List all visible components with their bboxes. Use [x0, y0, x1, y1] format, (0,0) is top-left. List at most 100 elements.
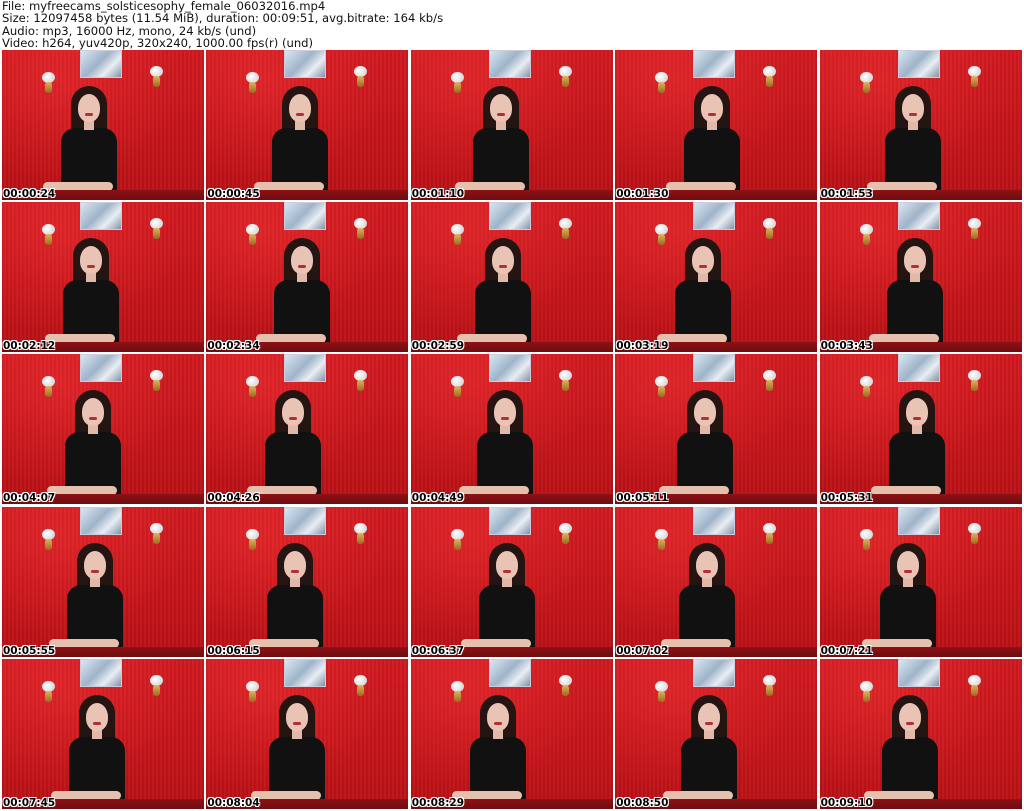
wall-picture — [693, 50, 736, 78]
video-frame-thumbnail: 00:01:10 — [410, 50, 613, 200]
wall-lamp — [558, 218, 572, 240]
wall-lamp — [150, 674, 163, 697]
wall-picture — [897, 658, 940, 687]
video-frame-thumbnail: 00:05:31 — [819, 354, 1022, 505]
frame-timestamp: 00:04:26 — [207, 492, 260, 505]
wall-picture — [488, 658, 531, 687]
video-frame-thumbnail: 00:01:30 — [615, 50, 818, 200]
seated-woman — [663, 694, 773, 809]
wall-lamp — [967, 370, 981, 392]
wall-lamp — [354, 522, 368, 545]
frame-timestamp: 00:04:49 — [411, 492, 465, 505]
video-frame-thumbnail: 00:05:55 — [2, 506, 204, 657]
video-frame-thumbnail: 00:02:34 — [206, 202, 409, 353]
wall-lamp — [763, 370, 777, 392]
seated-woman — [866, 86, 977, 200]
wall-picture — [80, 658, 122, 687]
seated-woman — [251, 694, 361, 809]
video-frame-thumbnail: 00:09:10 — [819, 658, 1022, 809]
seated-woman — [456, 238, 567, 353]
video-frame-thumbnail: 00:08:04 — [206, 658, 409, 809]
wall-lamp — [763, 66, 777, 88]
video-frame-thumbnail: 00:00:24 — [2, 50, 204, 200]
wall-lamp — [558, 522, 572, 545]
wall-lamp — [967, 218, 981, 240]
frame-timestamp: 00:01:10 — [411, 188, 465, 200]
wall-lamp — [967, 674, 981, 697]
wall-lamp — [558, 66, 572, 88]
video-frame-thumbnail: 00:07:21 — [819, 506, 1022, 657]
video-frame-thumbnail: 00:01:53 — [819, 50, 1022, 200]
seated-woman — [256, 238, 366, 353]
frame-timestamp: 00:01:30 — [616, 188, 669, 200]
video-frame-thumbnail: 00:06:37 — [410, 506, 613, 657]
frame-timestamp: 00:08:50 — [616, 796, 669, 809]
wall-picture — [897, 506, 940, 535]
wall-picture — [80, 50, 122, 78]
frame-timestamp: 00:07:21 — [820, 644, 873, 657]
seated-woman — [43, 86, 153, 200]
wall-picture — [693, 506, 736, 535]
wall-lamp — [354, 66, 368, 88]
frame-timestamp: 00:06:15 — [207, 644, 260, 657]
wall-lamp — [967, 66, 981, 88]
frame-timestamp: 00:02:59 — [411, 340, 465, 353]
seated-woman — [249, 542, 359, 657]
frame-timestamp: 00:05:31 — [820, 492, 873, 505]
video-frame-thumbnail: 00:06:15 — [206, 506, 409, 657]
wall-picture — [897, 202, 940, 231]
seated-woman — [49, 542, 159, 657]
wall-lamp — [763, 522, 777, 545]
seated-woman — [454, 86, 565, 200]
seated-woman — [51, 694, 161, 809]
video-frame-thumbnail: 00:04:49 — [410, 354, 613, 505]
wall-picture — [80, 202, 122, 231]
frame-timestamp: 00:02:12 — [3, 340, 56, 353]
frame-timestamp: 00:01:53 — [820, 188, 873, 200]
wall-lamp — [354, 370, 368, 392]
wall-lamp — [150, 370, 163, 392]
wall-lamp — [150, 522, 163, 545]
wall-picture — [284, 354, 327, 383]
wall-picture — [693, 658, 736, 687]
wall-lamp — [558, 674, 572, 697]
file-size-line: Size: 12097458 bytes (11.54 MiB), durati… — [2, 11, 444, 26]
file-info-header: File: myfreecams_solsticesophy_female_06… — [2, 0, 1020, 50]
wall-lamp — [558, 370, 572, 392]
video-frame-thumbnail: 00:04:26 — [206, 354, 409, 505]
seated-woman — [254, 86, 364, 200]
wall-picture — [284, 658, 327, 687]
video-frame-thumbnail: 00:02:59 — [410, 202, 613, 353]
seated-woman — [47, 390, 157, 505]
frame-timestamp: 00:02:34 — [207, 340, 260, 353]
wall-lamp — [354, 674, 368, 697]
wall-picture — [693, 354, 736, 383]
wall-picture — [897, 50, 940, 78]
frame-timestamp: 00:07:02 — [616, 644, 669, 657]
frame-timestamp: 00:03:43 — [820, 340, 873, 353]
video-frame-thumbnail: 00:07:02 — [615, 506, 818, 657]
video-frame-thumbnail: 00:02:12 — [2, 202, 204, 353]
seated-woman — [460, 542, 571, 657]
wall-picture — [897, 354, 940, 383]
video-frame-thumbnail: 00:07:45 — [2, 658, 204, 809]
seated-woman — [659, 390, 769, 505]
frame-timestamp: 00:00:24 — [3, 188, 56, 200]
video-frame-thumbnail: 00:08:29 — [410, 658, 613, 809]
wall-lamp — [150, 218, 163, 240]
wall-lamp — [967, 522, 981, 545]
wall-picture — [488, 354, 531, 383]
wall-picture — [693, 202, 736, 231]
frame-timestamp: 00:05:55 — [3, 644, 56, 657]
seated-woman — [868, 238, 979, 353]
wall-lamp — [354, 218, 368, 240]
video-frame-thumbnail: 00:03:19 — [615, 202, 818, 353]
frame-timestamp: 00:00:45 — [207, 188, 260, 200]
frame-timestamp: 00:06:37 — [411, 644, 465, 657]
wall-picture — [488, 50, 531, 78]
wall-lamp — [150, 66, 163, 88]
frame-timestamp: 00:03:19 — [616, 340, 669, 353]
seated-woman — [661, 542, 771, 657]
frame-timestamp: 00:08:04 — [207, 796, 260, 809]
wall-picture — [80, 354, 122, 383]
